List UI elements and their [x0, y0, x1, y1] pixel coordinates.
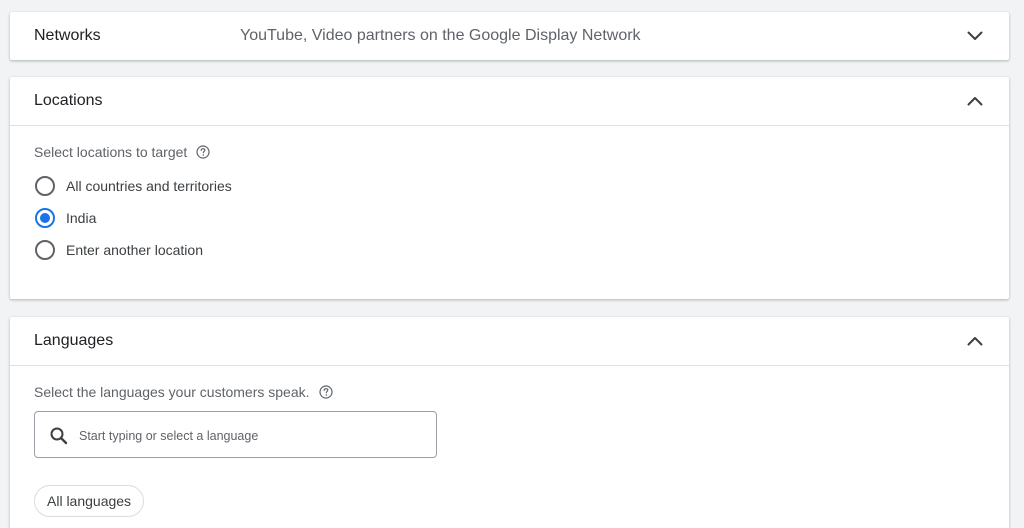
campaign-settings-page: Networks YouTube, Video partners on the … [0, 0, 1024, 528]
locations-label-text: Select locations to target [34, 144, 188, 160]
all-languages-chip[interactable]: All languages [34, 485, 145, 517]
radio-checked-icon[interactable] [34, 207, 56, 229]
locations-title: Locations [34, 92, 103, 109]
languages-label: Select the languages your customers spea… [34, 384, 985, 400]
language-search-input[interactable] [77, 420, 428, 452]
help-circle-icon[interactable] [318, 385, 333, 399]
languages-header[interactable]: Languages [10, 317, 1009, 365]
locations-header[interactable]: Locations [10, 77, 1009, 125]
location-option-label: India [66, 210, 97, 226]
help-circle-icon[interactable] [196, 145, 210, 159]
location-option-india[interactable]: India [34, 202, 985, 234]
radio-unchecked-icon[interactable] [34, 239, 56, 261]
languages-title: Languages [34, 332, 114, 349]
chevron-down-icon[interactable] [963, 24, 987, 48]
location-option-label: All countries and territories [66, 178, 232, 194]
search-icon [49, 426, 69, 446]
location-option-all[interactable]: All countries and territories [34, 170, 985, 202]
chevron-up-icon[interactable] [963, 329, 987, 353]
languages-card: Languages Select the languages your cust… [10, 317, 1009, 528]
language-search-box[interactable] [34, 411, 437, 458]
networks-card: Networks YouTube, Video partners on the … [10, 12, 1009, 60]
languages-label-text: Select the languages your customers spea… [34, 384, 310, 400]
locations-body: Select locations to target All countries… [10, 126, 1009, 266]
location-option-label: Enter another location [66, 242, 203, 258]
networks-header[interactable]: Networks YouTube, Video partners on the … [10, 12, 1009, 60]
networks-summary: YouTube, Video partners on the Google Di… [240, 27, 641, 44]
chevron-up-icon[interactable] [963, 89, 987, 113]
locations-card: Locations Select locations to target All… [10, 77, 1009, 299]
languages-body: Select the languages your customers spea… [10, 366, 1009, 517]
locations-label: Select locations to target [34, 144, 985, 160]
location-option-another[interactable]: Enter another location [34, 234, 985, 266]
networks-title: Networks [34, 27, 101, 44]
radio-unchecked-icon[interactable] [34, 175, 56, 197]
